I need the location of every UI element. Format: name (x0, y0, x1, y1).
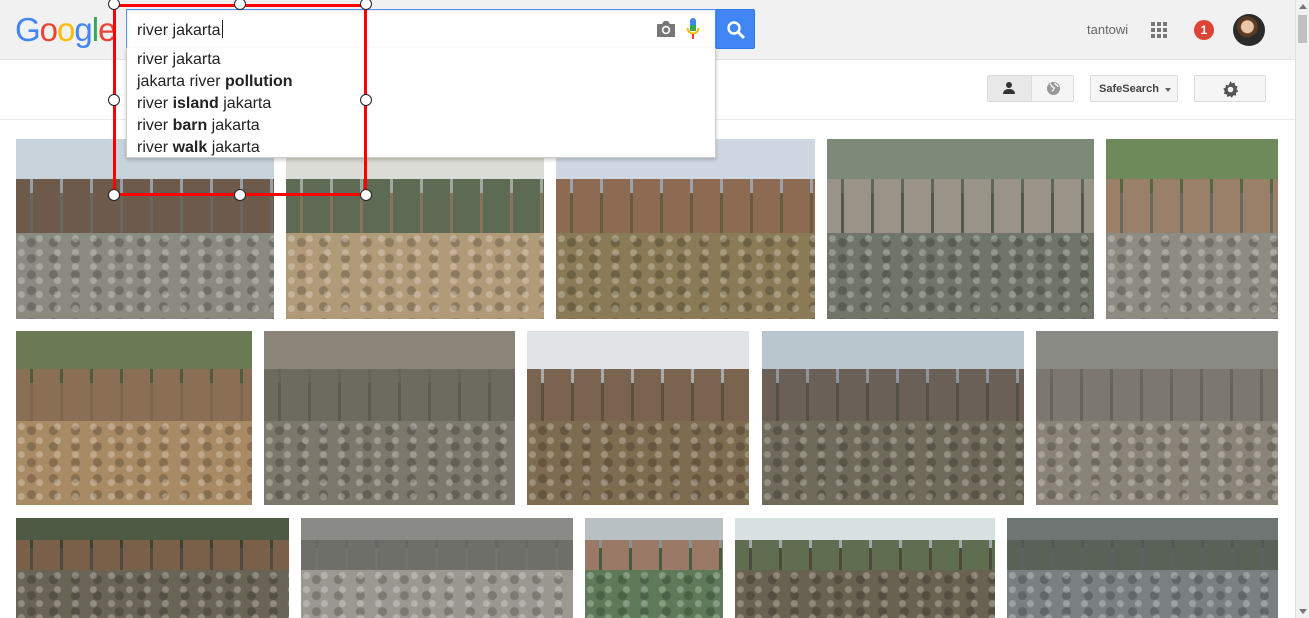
photo-region (735, 570, 995, 618)
photo-region (762, 369, 1024, 422)
avatar[interactable] (1233, 14, 1265, 46)
photo-region (762, 421, 1024, 505)
safesearch-dropdown[interactable]: SafeSearch (1090, 75, 1178, 102)
image-result-9[interactable] (762, 331, 1024, 505)
photo-region (827, 232, 1094, 319)
scroll-up-arrow-icon[interactable] (1299, 4, 1307, 9)
photo-region (301, 540, 573, 570)
notification-badge[interactable]: 1 (1194, 20, 1214, 40)
settings-button[interactable] (1194, 75, 1266, 102)
image-result-3[interactable] (556, 139, 815, 319)
google-logo[interactable]: Google (15, 12, 116, 48)
gear-icon (1223, 81, 1239, 98)
photo-region (264, 421, 515, 505)
photo-region (1036, 421, 1278, 505)
photo-region (286, 232, 544, 319)
photo-region (1036, 369, 1278, 422)
selection-rectangle[interactable] (113, 4, 367, 196)
image-result-13[interactable] (585, 518, 723, 618)
resize-handle[interactable] (108, 189, 120, 201)
photo-region (735, 540, 995, 570)
photo-region (1106, 232, 1278, 319)
resize-handle[interactable] (234, 189, 246, 201)
image-result-10[interactable] (1036, 331, 1278, 505)
chevron-down-icon (1165, 88, 1171, 92)
scroll-down-arrow-icon[interactable] (1299, 609, 1307, 614)
image-result-11[interactable] (16, 518, 289, 618)
photo-region (16, 369, 252, 422)
photo-region (585, 570, 723, 618)
image-result-6[interactable] (16, 331, 252, 505)
person-icon (1003, 82, 1015, 94)
image-result-14[interactable] (735, 518, 995, 618)
camera-icon[interactable] (655, 20, 677, 38)
resize-handle[interactable] (360, 189, 372, 201)
image-result-5[interactable] (1106, 139, 1278, 319)
photo-region (527, 421, 749, 505)
account-username[interactable]: tantowi (1087, 22, 1128, 37)
photo-region (16, 421, 252, 505)
globe-icon (1047, 82, 1060, 95)
apps-grid-icon[interactable] (1151, 22, 1168, 39)
photo-region (301, 570, 573, 618)
image-result-12[interactable] (301, 518, 573, 618)
photo-region (585, 540, 723, 570)
photo-region (556, 178, 815, 233)
resize-handle[interactable] (360, 94, 372, 106)
search-icon (727, 21, 745, 39)
photo-region (527, 369, 749, 422)
mic-icon[interactable] (686, 18, 700, 40)
photo-region (1007, 570, 1278, 618)
resize-handle[interactable] (108, 94, 120, 106)
photo-region (827, 178, 1094, 233)
global-results-button[interactable] (1031, 75, 1074, 102)
photo-region (16, 232, 274, 319)
image-result-7[interactable] (264, 331, 515, 505)
personal-results-button[interactable] (987, 75, 1031, 102)
scrollbar-thumb[interactable] (1298, 15, 1307, 43)
photo-region (16, 540, 289, 570)
search-button[interactable] (716, 9, 755, 49)
image-result-8[interactable] (527, 331, 749, 505)
image-result-15[interactable] (1007, 518, 1278, 618)
photo-region (16, 570, 289, 618)
safesearch-label: SafeSearch (1099, 83, 1159, 95)
image-result-4[interactable] (827, 139, 1094, 319)
photo-region (1106, 178, 1278, 233)
page-scrollbar[interactable] (1295, 0, 1309, 618)
photo-region (1007, 540, 1278, 570)
photo-region (264, 369, 515, 422)
photo-region (556, 232, 815, 319)
